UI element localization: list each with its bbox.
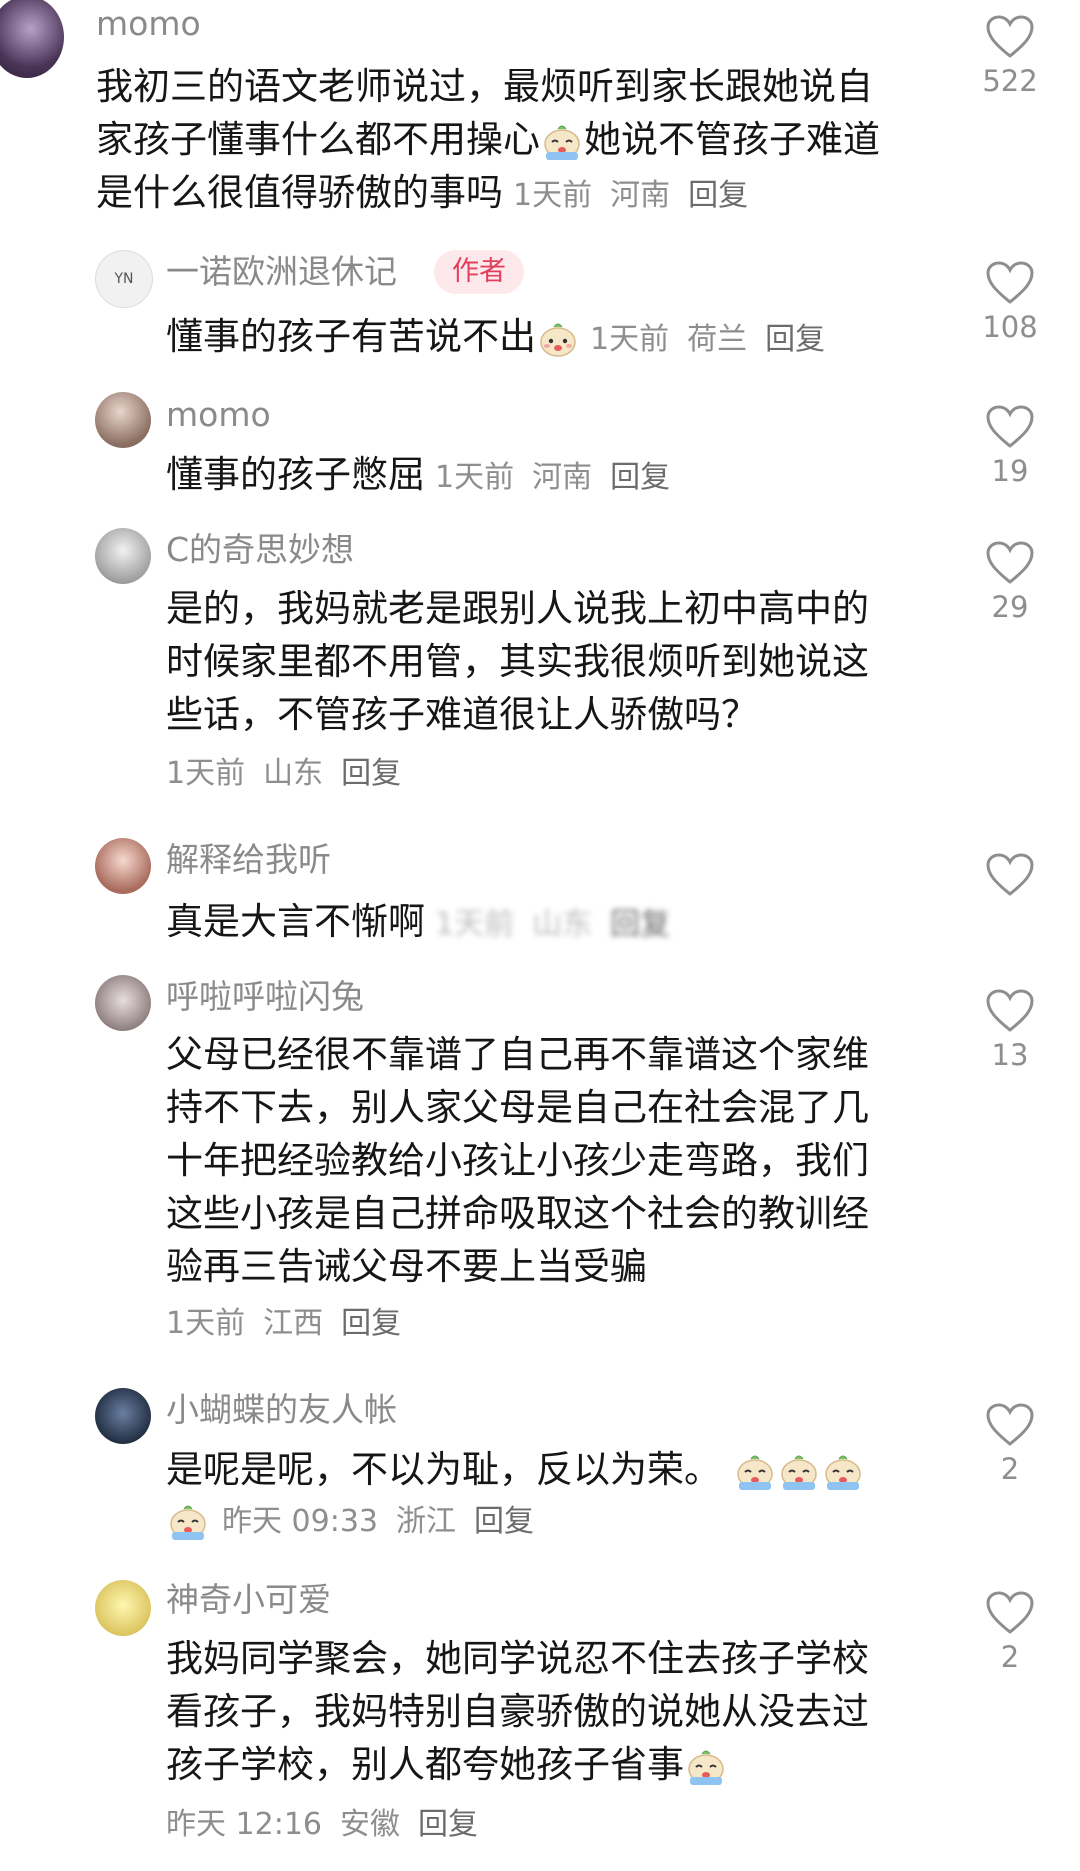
reply-button[interactable]: 回复 (610, 460, 670, 495)
heart-icon (986, 853, 1034, 896)
avatar[interactable] (0, 0, 64, 78)
heart-icon (986, 405, 1034, 448)
like-count: 19 (991, 454, 1029, 488)
comment-text: 我初三的语文老师说过，最烦听到家长跟她说自 家孩子懂事什么都不用操心 她说不管孩子… (96, 65, 880, 214)
reply-button[interactable]: 回复 (610, 907, 670, 942)
avatar[interactable]: YN (95, 250, 153, 308)
heart-icon (986, 1403, 1034, 1446)
crying-bun-emoji (824, 1454, 861, 1491)
comment-location: 河南 (610, 178, 671, 213)
comment-author-name[interactable]: momo (96, 4, 201, 44)
reply-button[interactable]: 回复 (688, 178, 748, 213)
heart-icon (986, 541, 1034, 584)
comment-text: 父母已经很不靠谱了自己再不靠谱这个家维 持不下去，别人家父母是自己在社会混了几 … (166, 1033, 869, 1288)
comment-time: 昨天 09:33 (222, 1503, 378, 1539)
like-count: 29 (991, 590, 1029, 624)
comment-text: 懂事的孩子憋屈 1天前 河南 回复 (166, 453, 671, 496)
like-button[interactable]: 2 (980, 1402, 1040, 1486)
crying-bun-emoji (736, 1454, 773, 1491)
comment-author-name[interactable]: 呼啦呼啦闪兔 (166, 977, 364, 1017)
comment-text: 是呢是呢，不以为耻，反以为荣。 (166, 1443, 865, 1496)
comment-location: 浙江 (396, 1503, 456, 1539)
comment-meta: 昨天 09:33 浙江 回复 (166, 1502, 552, 1542)
like-button[interactable]: 29 (980, 540, 1040, 624)
heart-icon (986, 15, 1034, 58)
crying-bun-emoji (780, 1454, 817, 1491)
comment-time: 1天前 (435, 460, 515, 495)
like-button[interactable]: 2 (980, 1590, 1040, 1674)
crying-bun-emoji (170, 1505, 206, 1541)
comment-author-name[interactable]: 神奇小可爱 (166, 1580, 331, 1620)
reply-button[interactable]: 回复 (765, 322, 825, 357)
like-button[interactable] (980, 852, 1040, 902)
comment-author-name[interactable]: 解释给我听 (166, 840, 331, 880)
comment-location: 荷兰 (687, 322, 748, 357)
comment-time: 1天前 (513, 178, 593, 213)
comment-time: 昨天 12:16 (166, 1807, 322, 1842)
avatar[interactable] (95, 975, 151, 1031)
comment-time: 1天前 (166, 756, 246, 791)
heart-icon (986, 989, 1034, 1032)
avatar[interactable] (95, 838, 151, 894)
crying-bun-emoji (544, 124, 580, 161)
reply-button[interactable]: 回复 (341, 1306, 401, 1341)
author-badge: 作者 (434, 250, 524, 294)
avatar[interactable] (95, 528, 151, 584)
avatar[interactable] (95, 1388, 151, 1444)
like-count: 108 (982, 310, 1038, 344)
reply-button[interactable]: 回复 (341, 756, 401, 791)
comment-author-name[interactable]: C的奇思妙想 (166, 530, 354, 570)
comment-text: 懂事的孩子有苦说不出 1天前 荷兰 回复 (166, 315, 826, 358)
avatar[interactable] (95, 392, 151, 448)
reply-button[interactable]: 回复 (418, 1807, 478, 1842)
comment-location: 安徽 (340, 1807, 400, 1842)
like-button[interactable]: 13 (980, 988, 1040, 1072)
avatar[interactable] (95, 1580, 151, 1636)
comment-time: 1天前 (435, 907, 515, 942)
comment-time: 1天前 (166, 1306, 246, 1341)
scream-bun-emoji (688, 1749, 724, 1786)
comment-location: 河南 (532, 460, 593, 495)
comment-location: 山东 (263, 756, 324, 791)
comment-location: 江西 (263, 1306, 324, 1341)
comment-author-name[interactable]: momo (166, 395, 271, 435)
like-count: 2 (1000, 1452, 1020, 1486)
comment-location: 山东 (532, 907, 593, 942)
comment-text: 真是大言不惭啊 1天前 山东 回复 (166, 900, 671, 943)
like-button[interactable]: 19 (980, 404, 1040, 488)
heart-icon (986, 261, 1034, 304)
like-count: 522 (982, 64, 1038, 98)
comment-meta: 1天前 山东 回复 (166, 755, 419, 793)
like-count: 2 (1000, 1640, 1020, 1674)
comment-meta: 1天前 江西 回复 (166, 1305, 419, 1343)
heart-icon (986, 1591, 1034, 1634)
sad-bun-emoji (540, 322, 576, 357)
comment-meta: 昨天 12:16 安徽 回复 (166, 1806, 496, 1844)
reply-button[interactable]: 回复 (474, 1504, 534, 1539)
like-button[interactable]: 108 (980, 260, 1040, 344)
like-button[interactable]: 522 (980, 14, 1040, 98)
like-count: 13 (991, 1038, 1029, 1072)
comment-text: 是的，我妈就老是跟别人说我上初中高中的 时候家里都不用管，其实我很烦听到她说这 … (166, 587, 869, 736)
comment-text: 我妈同学聚会，她同学说忍不住去孩子学校 看孩子，我妈特别自豪骄傲的说她从没去过 … (166, 1637, 869, 1786)
comment-author-name[interactable]: 一诺欧洲退休记 (166, 252, 397, 292)
comment-author-name[interactable]: 小蝴蝶的友人帐 (166, 1390, 397, 1430)
comment-time: 1天前 (590, 322, 670, 357)
